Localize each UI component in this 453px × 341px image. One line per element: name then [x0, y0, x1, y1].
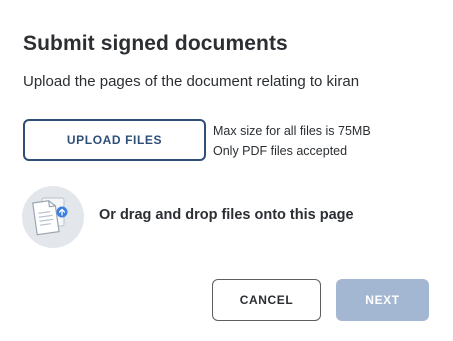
submit-documents-dialog: Submit signed documents Upload the pages… [0, 0, 453, 341]
dialog-title: Submit signed documents [23, 32, 288, 55]
upload-files-button[interactable]: UPLOAD FILES [23, 119, 206, 161]
next-button[interactable]: NEXT [336, 279, 429, 321]
accepted-types-text: Only PDF files accepted [213, 144, 348, 158]
upload-requirements: Max size for all files is 75MB Only PDF … [213, 121, 371, 161]
max-size-text: Max size for all files is 75MB [213, 124, 371, 138]
drag-drop-text: Or drag and drop files onto this page [99, 207, 354, 223]
document-upload-icon [22, 186, 84, 248]
drop-zone[interactable]: Or drag and drop files onto this page [22, 186, 422, 248]
dialog-subtitle: Upload the pages of the document relatin… [23, 73, 360, 90]
cancel-button[interactable]: CANCEL [212, 279, 321, 321]
